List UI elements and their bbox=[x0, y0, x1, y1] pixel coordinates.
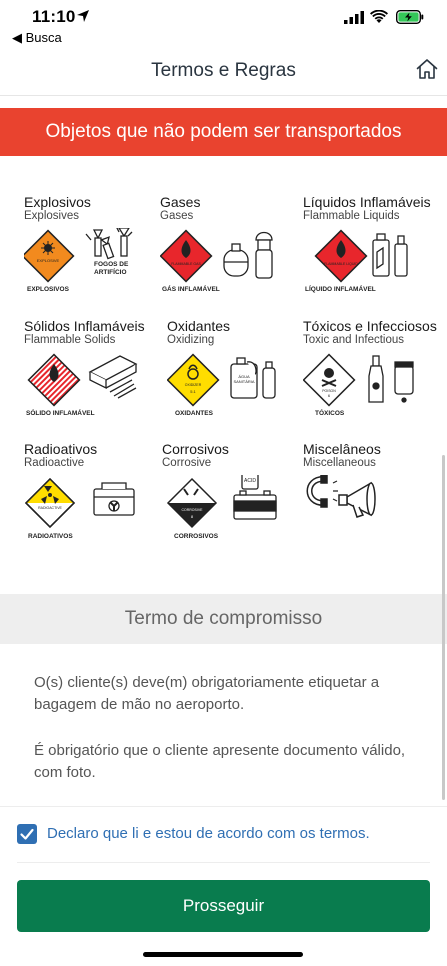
flammable-gas-label: FLAMMABLE GAS bbox=[171, 262, 201, 266]
label-radioativos: RADIOATIVOS bbox=[28, 533, 73, 540]
category-name: Sólidos Inflamáveis bbox=[24, 318, 145, 334]
terms-section-title: Termo de compromisso bbox=[0, 594, 447, 644]
category-name: Miscelâneos bbox=[303, 441, 381, 457]
category-name: Oxidantes bbox=[167, 318, 231, 334]
label-corrosivos: CORROSIVOS bbox=[174, 533, 219, 540]
flammable-liquids-illustration: FLAMMABLE LIQUID LÍQUIDO INFLAMÁVEL bbox=[303, 228, 427, 294]
bleach-label-2: SANITÁRIA bbox=[233, 379, 254, 384]
label-explosivos: EXPLOSIVOS bbox=[27, 286, 70, 293]
radioactive-illustration: RADIOACTIVE RADIOATIVOS bbox=[24, 475, 148, 541]
agreement-row[interactable]: Declaro que li e estou de acordo com os … bbox=[17, 824, 427, 848]
checkmark-icon bbox=[20, 828, 34, 840]
category-name: Radioativos bbox=[24, 441, 98, 457]
flammable-liquid-label: FLAMMABLE LIQUID bbox=[324, 262, 358, 266]
proceed-button[interactable]: Prosseguir bbox=[17, 880, 430, 932]
home-indicator bbox=[143, 952, 303, 957]
category-corrosive: Corrosivos Corrosive CORROSIVE 8 CORROSI… bbox=[162, 441, 308, 540]
flammable-solids-illustration: SÓLIDO INFLAMÁVEL bbox=[24, 352, 148, 418]
oxidizer-class: 5.1 bbox=[190, 389, 196, 394]
prohibited-items-banner: Objetos que não podem ser transportados bbox=[0, 108, 447, 156]
terms-paragraph-1: O(s) cliente(s) deve(m) obrigatoriamente… bbox=[34, 674, 380, 713]
battery-charging-icon bbox=[396, 10, 424, 24]
explosive-label: EXPLOSIVE bbox=[37, 258, 60, 263]
category-subtitle: Gases bbox=[160, 210, 194, 222]
label-liquido-inflamavel: LÍQUIDO INFLAMÁVEL bbox=[305, 284, 376, 293]
category-subtitle: Corrosive bbox=[162, 457, 212, 469]
category-oxidizing: Oxidantes Oxidizing OXIDIZER 5.1 OXIDANT… bbox=[167, 318, 313, 417]
label-fogos-de: FOGOS DE bbox=[94, 261, 129, 268]
divider bbox=[17, 862, 430, 863]
category-subtitle: Flammable Liquids bbox=[303, 210, 400, 222]
category-name: Explosivos bbox=[24, 194, 91, 210]
home-icon[interactable] bbox=[415, 57, 439, 81]
signal-icon bbox=[344, 11, 364, 24]
terms-paragraph-2: É obrigatório que o cliente apresente do… bbox=[34, 742, 406, 781]
location-arrow-icon bbox=[77, 10, 89, 22]
oxidizer-label: OXIDIZER bbox=[185, 383, 202, 387]
category-flammable-liquids: Líquidos Inflamáveis Flammable Liquids F… bbox=[303, 194, 447, 293]
category-miscellaneous: Miscelâneos Miscellaneous bbox=[303, 441, 447, 518]
corrosive-label: CORROSIVE bbox=[181, 508, 203, 512]
status-bar: 11:10 ◀ Busca bbox=[0, 0, 447, 45]
category-explosives: Explosivos Explosives EXPLOSIVE EXPLOSIV… bbox=[24, 194, 170, 293]
divider bbox=[0, 806, 447, 807]
category-radioactive: Radioativos Radioactive RADIOACTIVE RADI… bbox=[24, 441, 170, 540]
label-toxicos: TÓXICOS bbox=[315, 408, 345, 417]
corrosive-illustration: CORROSIVE 8 CORROSIVOS ACID bbox=[162, 475, 286, 541]
status-time: 11:10 bbox=[32, 7, 76, 26]
category-name: Líquidos Inflamáveis bbox=[303, 194, 431, 210]
radioactive-label: RADIOACTIVE bbox=[38, 506, 62, 510]
label-solido-inflamavel: SÓLIDO INFLAMÁVEL bbox=[26, 408, 95, 417]
category-name: Tóxicos e Infecciosos bbox=[303, 318, 437, 334]
category-toxic: Tóxicos e Infecciosos Toxic and Infectio… bbox=[303, 318, 447, 417]
acid-label: ACID bbox=[244, 478, 256, 484]
agreement-label[interactable]: Declaro que li e estou de acordo com os … bbox=[47, 825, 370, 842]
wifi-icon bbox=[370, 10, 388, 23]
category-subtitle: Miscellaneous bbox=[303, 457, 376, 469]
agreement-checkbox[interactable] bbox=[17, 824, 37, 844]
nav-header: Termos e Regras bbox=[0, 52, 447, 96]
back-to-search-link[interactable]: ◀ Busca bbox=[12, 30, 62, 46]
toxic-illustration: POISON 6 TÓXICOS bbox=[303, 352, 427, 418]
label-oxidantes: OXIDANTES bbox=[175, 410, 214, 417]
category-name: Gases bbox=[160, 194, 201, 210]
category-subtitle: Radioactive bbox=[24, 457, 85, 469]
category-gases: Gases Gases FLAMMABLE GAS GÁS INFLAMÁVEL bbox=[160, 194, 306, 293]
category-subtitle: Explosives bbox=[24, 210, 79, 222]
gases-illustration: FLAMMABLE GAS GÁS INFLAMÁVEL bbox=[160, 228, 284, 294]
category-flammable-solids: Sólidos Inflamáveis Flammable Solids SÓL… bbox=[24, 318, 170, 417]
category-subtitle: Flammable Solids bbox=[24, 334, 116, 346]
screen: 11:10 ◀ Busca Termos e Regras Objetos qu… bbox=[0, 0, 447, 966]
category-name: Corrosivos bbox=[162, 441, 229, 457]
page-title: Termos e Regras bbox=[151, 60, 296, 81]
scrollbar[interactable] bbox=[442, 455, 445, 800]
oxidizing-illustration: OXIDIZER 5.1 OXIDANTES ÁGUA SANITÁRIA bbox=[167, 352, 291, 418]
label-artificio: ARTIFÍCIO bbox=[94, 267, 127, 276]
explosives-illustration: EXPLOSIVE EXPLOSIVOS FOGOS DE ARTIFÍCIO bbox=[24, 228, 144, 294]
category-subtitle: Toxic and Infectious bbox=[303, 334, 405, 346]
label-gas-inflamavel: GÁS INFLAMÁVEL bbox=[162, 284, 220, 293]
category-subtitle: Oxidizing bbox=[167, 334, 215, 346]
miscellaneous-illustration bbox=[303, 475, 427, 541]
